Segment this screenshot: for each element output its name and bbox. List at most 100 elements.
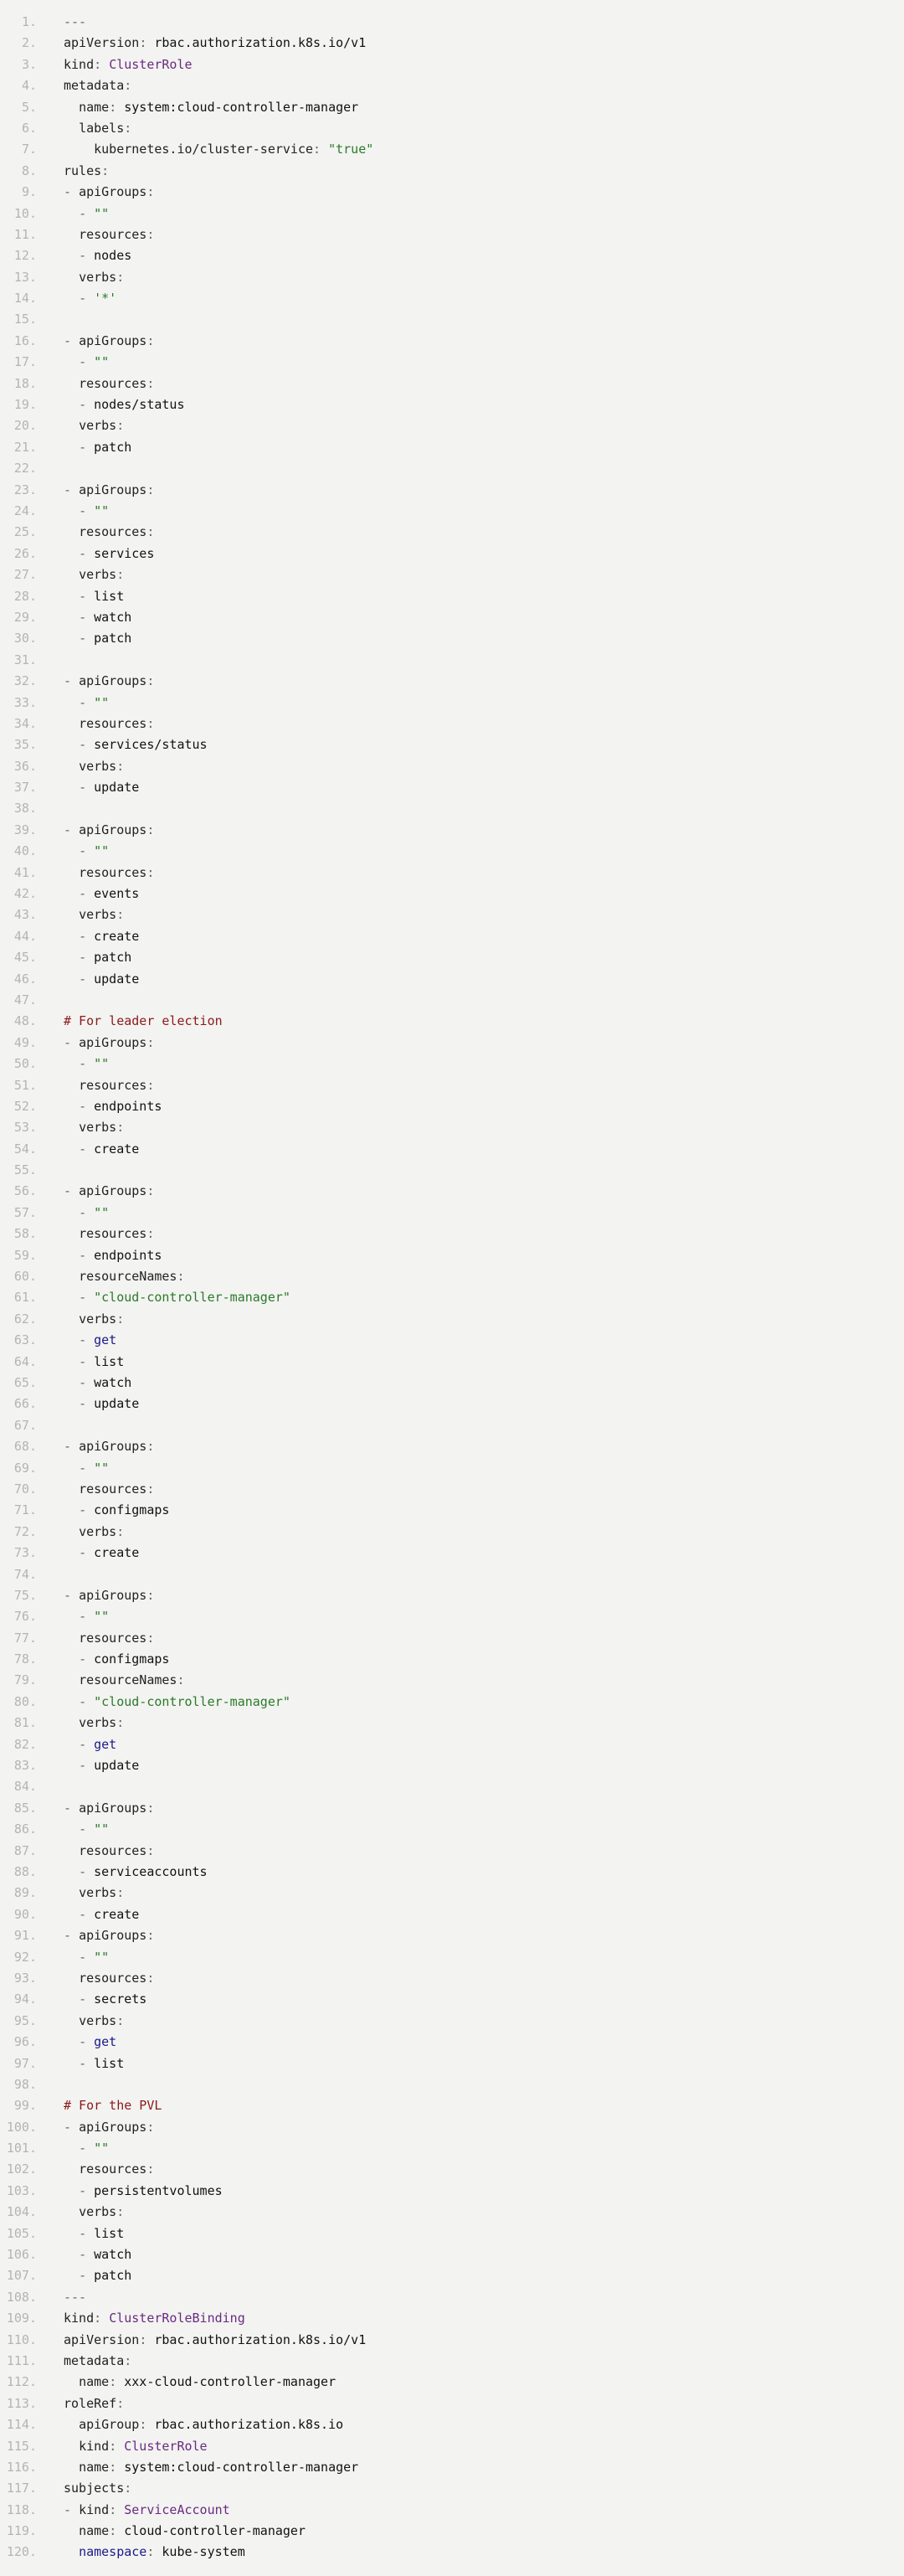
code-token-plain: endpoints <box>94 1098 162 1114</box>
code-token-punct: - <box>79 1332 95 1348</box>
code-token-key: roleRef <box>64 2395 117 2411</box>
code-token-punct: - <box>64 1800 80 1816</box>
line-number: 28. <box>13 588 37 604</box>
line-number: 58. <box>13 1226 37 1242</box>
line-number: 49. <box>13 1034 37 1050</box>
code-token-plain: services/status <box>94 737 208 753</box>
code-text: - apiGroups: <box>37 480 904 501</box>
code-text: - get <box>37 1330 904 1351</box>
code-line: 59. - endpoints <box>0 1245 904 1266</box>
code-token-punct: : <box>146 2544 162 2560</box>
code-token-punct: : <box>124 2481 132 2496</box>
code-token-key: apiGroups <box>79 1439 147 1455</box>
code-token-punct: : <box>146 2119 155 2135</box>
line-number: 83. <box>13 1758 37 1774</box>
line-number: 91. <box>13 1928 37 1944</box>
code-line: 110. apiVersion: rbac.authorization.k8s.i… <box>0 2330 904 2351</box>
code-line: 21. - patch <box>0 437 904 458</box>
code-text: - create <box>37 1904 904 1925</box>
code-token-punct: : <box>146 1226 155 1242</box>
code-token-punct: - <box>79 1098 95 1114</box>
code-token-punct: - <box>79 2055 95 2071</box>
code-token-key: apiGroups <box>79 673 147 689</box>
code-token-punct: - <box>64 184 80 200</box>
line-number: 33. <box>13 694 37 710</box>
line-number: 12. <box>13 248 37 264</box>
code-line: 92. - "" <box>0 1947 904 1968</box>
code-line: 18. resources: <box>0 374 904 394</box>
line-number: 31. <box>13 652 37 667</box>
code-token-punct: : <box>124 120 132 136</box>
code-line: 3. kind: ClusterRole <box>0 54 904 75</box>
line-number: 101. <box>6 2141 37 2156</box>
code-token-punct: : <box>116 2204 125 2220</box>
line-number: 59. <box>13 1247 37 1263</box>
line-number: 56. <box>13 1183 37 1199</box>
line-number: 16. <box>13 332 37 348</box>
code-text: resources: <box>37 1075 904 1096</box>
line-number: 18. <box>13 375 37 391</box>
code-token-key: kind <box>64 2311 95 2326</box>
code-token-key: apiGroups <box>79 482 147 497</box>
code-token-punct: : <box>146 524 155 540</box>
code-text: - apiGroups: <box>37 1925 904 1946</box>
code-token-punct: - <box>79 1991 95 2007</box>
line-number: 78. <box>13 1651 37 1667</box>
line-number: 30. <box>13 631 37 647</box>
line-number: 47. <box>13 992 37 1007</box>
code-token-key: apiGroups <box>79 1183 147 1199</box>
code-line: 50. - "" <box>0 1054 904 1074</box>
code-token-punct: - <box>64 1587 80 1603</box>
code-line: 111. metadata: <box>0 2351 904 2372</box>
code-text: - update <box>37 777 904 798</box>
line-number: 45. <box>13 950 37 966</box>
code-line: 52. - endpoints <box>0 1096 904 1117</box>
code-line: 86. - "" <box>0 1819 904 1840</box>
code-text: resources: <box>37 224 904 245</box>
code-line: 36. verbs: <box>0 756 904 777</box>
code-token-punct: : <box>146 375 155 391</box>
code-token-plain: xxx-cloud-controller-manager <box>124 2374 336 2390</box>
code-token-punct: : <box>94 56 110 72</box>
code-block: 1. --- 2. apiVersion: rbac.authorization.k8… <box>0 0 904 2576</box>
code-token-punct: - <box>79 886 95 902</box>
code-token-punct: : <box>146 1439 155 1455</box>
code-line: 84. <box>0 1776 904 1797</box>
code-text: - "" <box>37 1947 904 1968</box>
code-text: - endpoints <box>37 1096 904 1117</box>
code-line: 87. resources: <box>0 1841 904 1862</box>
line-number: 6. <box>21 120 37 136</box>
code-line: 16. - apiGroups: <box>0 331 904 352</box>
code-token-str: "" <box>94 1609 110 1625</box>
code-line: 78. - configmaps <box>0 1649 904 1670</box>
line-number: 117. <box>6 2481 37 2496</box>
line-number: 29. <box>13 609 37 625</box>
line-number: 13. <box>13 269 37 285</box>
code-token-plain: create <box>94 928 140 944</box>
code-text: - create <box>37 1543 904 1564</box>
code-token-punct: - <box>79 971 95 987</box>
code-line: 66. - update <box>0 1394 904 1414</box>
code-token-punct: - <box>79 1204 95 1220</box>
code-line: 14. - '*' <box>0 288 904 309</box>
code-token-punct: - <box>79 205 95 221</box>
code-text: - configmaps <box>37 1500 904 1521</box>
code-token-plain: rbac.authorization.k8s.io/v1 <box>154 35 367 51</box>
